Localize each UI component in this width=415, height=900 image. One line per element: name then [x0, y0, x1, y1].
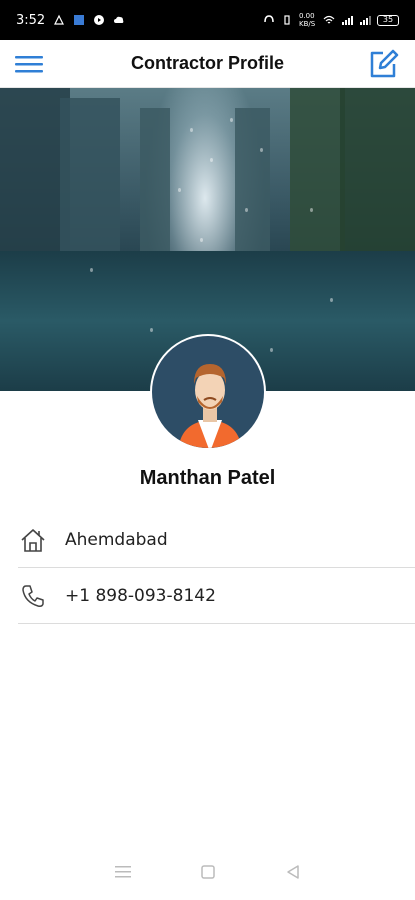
recents-icon[interactable] — [111, 860, 135, 884]
cloud-icon — [114, 16, 124, 23]
profile-name: Manthan Patel — [139, 467, 276, 489]
location-row: Ahemdabad — [18, 512, 415, 568]
signal-icon — [342, 16, 353, 25]
avatar[interactable] — [150, 334, 266, 450]
rain-drop — [190, 128, 193, 132]
edit-icon[interactable] — [367, 48, 399, 80]
hamburger-menu-icon[interactable] — [14, 52, 44, 76]
rain-drop — [270, 348, 273, 352]
status-right: 0.00 KB/S 35 — [263, 12, 399, 28]
system-nav-bar — [0, 844, 415, 900]
back-triangle-icon[interactable] — [281, 860, 305, 884]
rain-drop — [260, 148, 263, 152]
rain-drop — [178, 188, 181, 192]
home-icon — [18, 525, 48, 555]
app-bar: Contractor Profile — [0, 40, 415, 88]
cover-building — [235, 108, 270, 268]
rain-drop — [150, 328, 153, 332]
phone-row[interactable]: +1 898-093-8142 — [18, 568, 415, 624]
vibrate-icon — [284, 15, 290, 25]
rain-drop — [210, 158, 213, 162]
phone-text: +1 898-093-8142 — [65, 585, 216, 606]
location-text: Ahemdabad — [65, 529, 168, 550]
rain-drop — [230, 118, 233, 122]
battery-icon: 35 — [377, 14, 399, 26]
status-left: 3:52 — [16, 13, 125, 28]
status-bar: 3:52 0.00 KB/S 35 — [0, 0, 415, 40]
phone-icon — [18, 581, 48, 611]
rain-drop — [90, 268, 93, 272]
app-notification-icon — [74, 15, 85, 25]
rain-drop — [310, 208, 313, 212]
signal-2-icon — [360, 16, 371, 25]
rain-drop — [200, 238, 203, 242]
rain-drop — [245, 208, 248, 212]
cover-building — [140, 108, 170, 268]
rain-drop — [330, 298, 333, 302]
page-title: Contractor Profile — [130, 53, 285, 73]
avatar-person-icon — [178, 364, 242, 448]
notification-icon — [54, 14, 65, 25]
wifi-icon — [323, 15, 335, 24]
media-icon — [94, 15, 105, 25]
status-time: 3:52 — [16, 12, 46, 28]
home-square-icon[interactable] — [196, 860, 220, 884]
network-speed: 0.00 KB/S — [299, 12, 316, 28]
headset-icon — [264, 15, 274, 23]
